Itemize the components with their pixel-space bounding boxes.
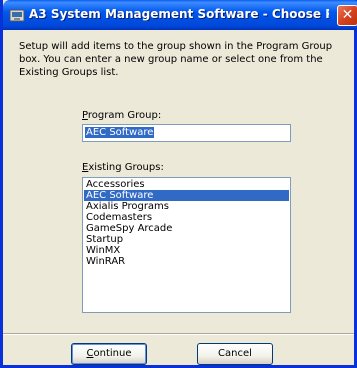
close-icon[interactable]: ✕ [337, 5, 357, 26]
continue-button[interactable]: Continue [71, 343, 147, 365]
list-item[interactable]: AEC Software [84, 190, 289, 201]
list-item[interactable]: GameSpy Arcade [84, 223, 289, 234]
title-bar[interactable]: A3 System Management Software - Choose P… [3, 0, 357, 30]
setup-icon [9, 7, 25, 23]
list-item[interactable]: Codemasters [84, 212, 289, 223]
existing-groups-list[interactable]: Accessories AEC Software Axialis Program… [82, 177, 291, 313]
list-item[interactable]: WinMX [84, 245, 289, 256]
program-group-input[interactable]: AEC Software [82, 124, 291, 142]
program-group-label-rest: rogram Group: [87, 110, 162, 121]
existing-groups-label-rest: xisting Groups: [88, 162, 164, 173]
continue-accel: C [86, 348, 94, 359]
description-text: Setup will add items to the group shown … [19, 41, 333, 78]
list-item[interactable]: Startup [84, 234, 289, 245]
list-item[interactable]: Accessories [84, 179, 289, 190]
dialog-window: A3 System Management Software - Choose P… [0, 0, 357, 368]
cancel-button[interactable]: Cancel [197, 343, 273, 365]
program-group-value: AEC Software [85, 127, 155, 138]
separator [3, 333, 354, 335]
continue-label-rest: ontinue [93, 348, 132, 359]
list-item[interactable]: Axialis Programs [84, 201, 289, 212]
window-title: A3 System Management Software - Choose P… [29, 7, 329, 21]
program-group-label: Program Group: [82, 110, 161, 121]
list-item[interactable]: WinRAR [84, 256, 289, 267]
existing-groups-label: Existing Groups: [82, 162, 164, 173]
